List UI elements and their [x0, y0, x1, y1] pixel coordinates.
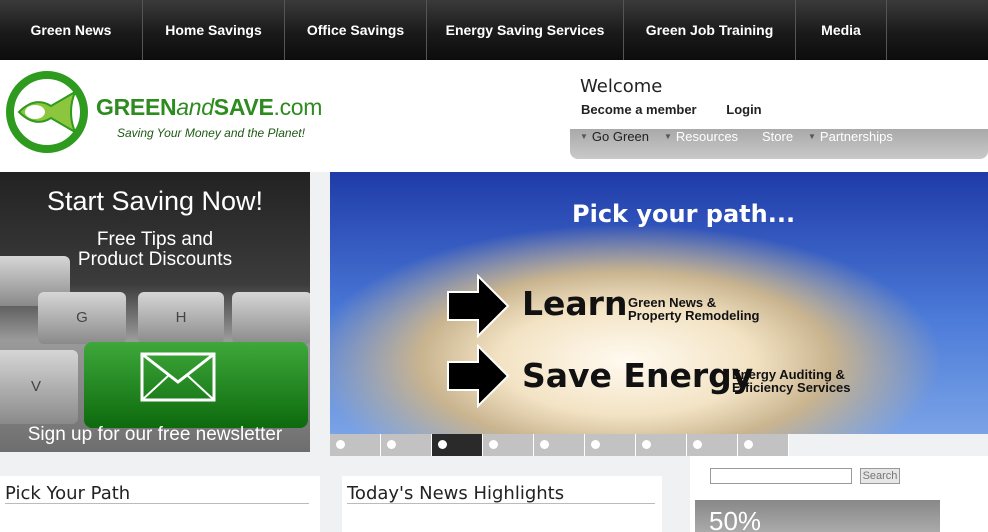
brand-name[interactable]: GREENandSAVE.com	[96, 94, 322, 121]
save-energy-description: Energy Auditing & Efficiency Services	[732, 368, 851, 394]
tagline: Saving Your Money and the Planet!	[117, 126, 305, 140]
become-member-link[interactable]: Become a member	[581, 102, 697, 117]
nav-green-news[interactable]: Green News	[0, 0, 143, 60]
subnav-label: Resources	[675, 129, 739, 144]
nav-media[interactable]: Media	[796, 0, 887, 60]
nav-office-savings[interactable]: Office Savings	[285, 0, 427, 60]
keyboard-key: V	[0, 350, 78, 424]
sub-navigation: ▼ Go Green ▼ Resources Store ▼ Partnerships	[570, 129, 988, 159]
slider-pagination	[330, 434, 790, 456]
divider	[5, 503, 309, 504]
site-header: GREENandSAVE.com Saving Your Money and t…	[0, 60, 988, 172]
learn-heading[interactable]: Learn	[522, 284, 627, 323]
login-link[interactable]: Login	[726, 102, 761, 117]
promo-sub-line2: Product Discounts	[77, 249, 233, 270]
slider-dot[interactable]	[738, 434, 789, 456]
arrow-right-icon	[447, 344, 510, 408]
caret-down-icon: ▼	[580, 132, 588, 141]
envelope-key	[84, 342, 308, 428]
newsletter-signup-text[interactable]: Sign up for our free newsletter	[0, 424, 310, 446]
logo-icon[interactable]	[5, 70, 89, 159]
search-button[interactable]: Search	[860, 468, 900, 484]
subnav-go-green[interactable]: ▼ Go Green	[580, 129, 649, 144]
pick-your-path-panel: Pick Your Path	[0, 476, 320, 532]
hero-title: Pick your path...	[572, 200, 796, 228]
panel-heading: Today's News Highlights	[347, 483, 565, 504]
slider-dot[interactable]	[687, 434, 738, 456]
slider-dot[interactable]	[330, 434, 381, 456]
envelope-icon	[140, 352, 216, 402]
nav-energy-saving-services[interactable]: Energy Saving Services	[427, 0, 624, 60]
learn-desc-line2: Property Remodeling	[628, 308, 760, 323]
subnav-resources[interactable]: ▼ Resources	[664, 129, 738, 144]
subnav-label: Partnerships	[819, 129, 893, 144]
hero-slide[interactable]: Pick your path... Learn Green News & Pro…	[330, 172, 988, 434]
arrow-right-icon	[447, 274, 510, 338]
nav-green-job-training[interactable]: Green Job Training	[624, 0, 796, 60]
brand-green: GREEN	[96, 94, 177, 120]
promo-title: Start Saving Now!	[46, 186, 264, 216]
newsletter-promo[interactable]: G H V Start Saving Now! Free Tips and Pr…	[0, 172, 310, 452]
caret-down-icon: ▼	[808, 132, 816, 141]
divider	[347, 503, 655, 504]
slider-dot[interactable]	[534, 434, 585, 456]
brand-save: SAVE	[213, 94, 274, 120]
subnav-store[interactable]: Store	[762, 129, 793, 144]
welcome-text: Welcome	[580, 76, 663, 97]
subnav-label: Go Green	[591, 129, 650, 144]
top-navigation: Green News Home Savings Office Savings E…	[0, 0, 988, 60]
save-desc-line2: Efficiency Services	[732, 380, 851, 395]
nav-home-savings[interactable]: Home Savings	[143, 0, 285, 60]
keyboard-key: H	[138, 292, 224, 344]
brand-and: and	[176, 94, 214, 120]
slider-dot[interactable]	[381, 434, 432, 456]
subnav-partnerships[interactable]: ▼ Partnerships	[808, 129, 893, 144]
keyboard-key	[232, 292, 310, 344]
brand-dotcom: .com	[273, 94, 323, 120]
caret-down-icon: ▼	[664, 132, 672, 141]
learn-description: Green News & Property Remodeling	[628, 296, 759, 322]
slider-dot[interactable]	[585, 434, 636, 456]
promo-sub-line1: Free Tips and	[96, 229, 214, 250]
save-energy-heading[interactable]: Save Energy	[522, 356, 753, 395]
slider-dot[interactable]	[636, 434, 687, 456]
search-input[interactable]	[710, 468, 852, 484]
offer-banner[interactable]: 50%	[695, 500, 940, 532]
keyboard-key: G	[38, 292, 126, 344]
slider-dot[interactable]	[483, 434, 534, 456]
news-highlights-panel: Today's News Highlights	[342, 476, 662, 532]
slider-dot[interactable]	[432, 434, 483, 456]
member-links: Become a member Login	[581, 102, 788, 117]
subnav-label: Store	[762, 129, 794, 144]
panel-heading: Pick Your Path	[5, 483, 131, 504]
promo-subtitle: Free Tips and Product Discounts	[0, 230, 310, 270]
